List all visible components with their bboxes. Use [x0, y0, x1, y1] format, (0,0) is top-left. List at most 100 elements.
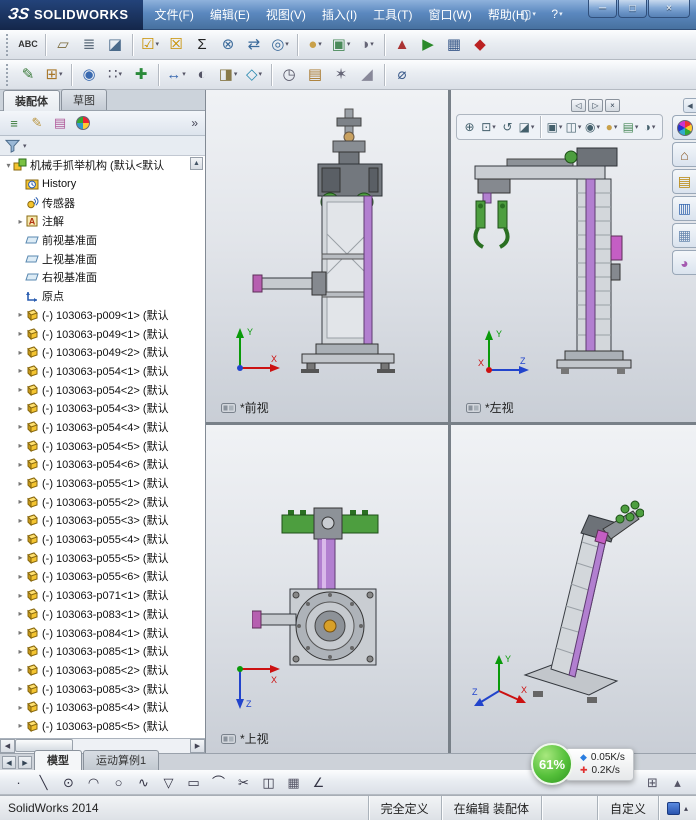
menu-item[interactable]: 窗口(W)	[421, 3, 480, 26]
status-custom-dropdown[interactable]: 自定义	[596, 796, 658, 820]
photoview-render[interactable]: ◆	[467, 33, 493, 57]
sketch-line[interactable]: ╲	[31, 772, 56, 793]
smart-dimension[interactable]: ⌀	[389, 63, 415, 87]
expander-icon[interactable]: ▸	[16, 366, 25, 375]
dropdown-arrow-icon[interactable]: ▾	[635, 124, 639, 131]
expander-icon[interactable]: ▸	[16, 516, 25, 525]
expander-icon[interactable]: ▸	[16, 665, 25, 674]
file-explorer-tab[interactable]: ▥	[672, 196, 696, 221]
tree-item[interactable]: ▸ (-) 103063-p054<2> (默认	[0, 380, 205, 399]
dropdown-arrow-icon[interactable]: ▾	[596, 124, 600, 131]
menu-item[interactable]: 视图(V)	[258, 3, 314, 26]
expander-icon[interactable]: ▸	[16, 572, 25, 581]
smart-fasteners[interactable]: ✚	[128, 63, 154, 87]
appearances-ball-tab[interactable]	[672, 115, 696, 140]
expander-icon[interactable]: ▸	[16, 703, 25, 712]
view-palette-tab[interactable]: ▦	[672, 223, 696, 248]
edit-appearance-hud[interactable]: ● ▾	[602, 118, 621, 137]
sketch-grid[interactable]: ▦	[281, 772, 306, 793]
reference-geometry[interactable]: ◇ ▾	[241, 63, 267, 87]
expander-icon[interactable]: ▸	[16, 609, 25, 618]
dropdown-arrow-icon[interactable]: ▾	[614, 124, 618, 131]
tree-item[interactable]: ▸ (-) 103063-p049<1> (默认	[0, 324, 205, 343]
equations[interactable]: Σ	[189, 33, 215, 57]
tree-item[interactable]: ▸ (-) 103063-p054<3> (默认	[0, 399, 205, 418]
clearance-verification[interactable]: ⇄	[241, 33, 267, 57]
tree-item[interactable]: 传感器	[0, 193, 205, 212]
tree-scroll-up-button[interactable]: ▲	[190, 157, 203, 170]
simulationxpress[interactable]: ▲	[389, 33, 415, 57]
dropdown-arrow-icon[interactable]: ▾	[59, 71, 63, 78]
tree-item[interactable]: ▸ (-) 103063-p054<4> (默认	[0, 418, 205, 437]
doc-tab-model[interactable]: 模型	[34, 750, 82, 770]
tree-item[interactable]: ▸ (-) 103063-p049<2> (默认	[0, 343, 205, 362]
dropdown-arrow-icon[interactable]: ▾	[531, 124, 535, 131]
tree-item[interactable]: ▸ (-) 103063-p055<6> (默认	[0, 567, 205, 586]
dropdown-arrow-icon[interactable]: ▾	[370, 41, 374, 48]
show-hidden-components[interactable]: ◐	[189, 63, 215, 87]
motion-manager[interactable]: ▶	[415, 33, 441, 57]
featuremanager-tree-icon[interactable]: ≡	[4, 113, 24, 133]
tree-item[interactable]: 原点	[0, 287, 205, 306]
exploded-view[interactable]: ✶	[328, 63, 354, 87]
sketch-mirror[interactable]: ◫	[256, 772, 281, 793]
tree-item[interactable]: 上视基准面	[0, 249, 205, 268]
view-settings[interactable]: ◑ ▾	[354, 33, 380, 57]
edit-component[interactable]: ✎	[15, 63, 41, 87]
hide-show-items[interactable]: ◉ ▾	[583, 118, 602, 137]
expander-icon[interactable]: ▸	[16, 217, 25, 226]
tree-item[interactable]: ▸ (-) 103063-p071<1> (默认	[0, 586, 205, 605]
tree-item[interactable]: ▸ (-) 103063-p055<5> (默认	[0, 548, 205, 567]
minimize-button[interactable]: ─	[588, 0, 617, 18]
pane-top-view[interactable]: X Z *上视	[206, 425, 448, 753]
solidworks-resources-tab[interactable]: ⌂	[672, 142, 696, 167]
menu-item[interactable]: 工具(T)	[365, 3, 420, 26]
pane-next-button[interactable]: ▷	[588, 99, 603, 112]
close-button[interactable]: ×	[648, 0, 690, 18]
tree-item[interactable]: ▸ (-) 103063-p085<2> (默认	[0, 661, 205, 680]
apply-scene-hud[interactable]: ▤ ▾	[621, 118, 640, 137]
menu-item[interactable]: 文件(F)	[147, 3, 202, 26]
new-motion-study[interactable]: ◷	[276, 63, 302, 87]
instant3d[interactable]: ◢	[354, 63, 380, 87]
mate[interactable]: ◉	[76, 63, 102, 87]
apply-scene[interactable]: ▣ ▾	[328, 33, 354, 57]
maximize-button[interactable]: □	[618, 0, 647, 18]
tree-item[interactable]: ▸ (-) 103063-p085<3> (默认	[0, 679, 205, 698]
display-style[interactable]: ◫ ▾	[564, 118, 583, 137]
tree-item[interactable]: 右视基准面	[0, 268, 205, 287]
pane-left-view[interactable]: ◁ ▷ × ⊕ ⊡ ▾ ↺ ◪ ▾ ▣ ▾ ◫ ▾ ◉ ▾ ● ▾ ▤ ▾ ◑ ▾ Y Z X *左视	[451, 90, 696, 422]
tree-item[interactable]: ▸ (-) 103063-p085<5> (默认	[0, 717, 205, 736]
panel-tab-assembly[interactable]: 装配体	[3, 90, 60, 111]
tab-scroll-left-button[interactable]: ◀	[2, 756, 16, 769]
displaymanager-icon[interactable]	[76, 116, 90, 130]
panel-tab-sketch[interactable]: 草图	[61, 89, 107, 110]
taskpane-collapse-button[interactable]: ◀	[683, 98, 696, 113]
section-properties[interactable]: ◪	[102, 33, 128, 57]
menu-item[interactable]: 编辑(E)	[202, 3, 258, 26]
tree-item[interactable]: ▸ 注解	[0, 212, 205, 231]
expander-icon[interactable]: ▸	[16, 460, 25, 469]
toolbox-library[interactable]: ▦	[441, 33, 467, 57]
tree-item[interactable]: ▸ (-) 103063-p085<4> (默认	[0, 698, 205, 717]
expander-icon[interactable]: ▸	[16, 329, 25, 338]
filter-dropdown-arrow[interactable]: ▾	[23, 142, 27, 150]
design-checker[interactable]: ☑ ▾	[137, 33, 163, 57]
dropdown-arrow-icon[interactable]: ▾	[559, 124, 563, 131]
tree-item[interactable]: ▸ (-) 103063-p054<5> (默认	[0, 436, 205, 455]
expander-icon[interactable]: ▸	[16, 591, 25, 600]
grid-system[interactable]: ⊞	[640, 772, 665, 793]
menu-item[interactable]: 插入(I)	[314, 3, 365, 26]
expander-icon[interactable]: ▸	[16, 479, 25, 488]
expand-toolbar[interactable]: ▴	[665, 772, 690, 793]
dropdown-arrow-icon[interactable]: ▾	[259, 71, 263, 78]
insert-components[interactable]: ⊞ ▾	[41, 63, 67, 87]
tree-item[interactable]: ▸ (-) 103063-p054<6> (默认	[0, 455, 205, 474]
doc-tab-motion-study[interactable]: 运动算例1	[83, 750, 160, 770]
sketch-ellipse[interactable]: ○	[106, 772, 131, 793]
pane-isometric-view[interactable]: Y X Z	[451, 425, 696, 753]
tree-item[interactable]: History	[0, 175, 205, 194]
sketch-spline[interactable]: ∿	[131, 772, 156, 793]
view-orientation[interactable]: ▣ ▾	[545, 118, 564, 137]
design-library-tab[interactable]: ▤	[672, 169, 696, 194]
